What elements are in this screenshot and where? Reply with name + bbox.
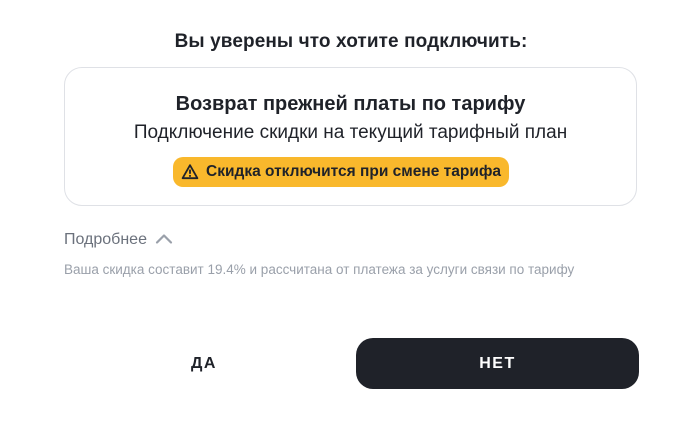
yes-button[interactable]: ДА (64, 339, 344, 389)
chevron-up-icon (155, 232, 173, 244)
warning-triangle-icon (181, 163, 199, 181)
dialog-title: Вы уверены что хотите подключить: (174, 31, 528, 52)
no-button[interactable]: НЕТ (356, 338, 639, 389)
confirm-dialog: Вы уверены что хотите подключить: Возвра… (0, 0, 698, 428)
details-label: Подробнее (64, 231, 147, 248)
warning-text: Скидка отключится при смене тарифа (206, 163, 502, 180)
offer-card: Возврат прежней платы по тарифу Подключе… (64, 67, 637, 206)
warning-badge: Скидка отключится при смене тарифа (173, 157, 510, 187)
details-toggle[interactable]: Подробнее (64, 231, 173, 249)
details-text: Ваша скидка составит 19.4% и рассчитана … (64, 262, 575, 277)
offer-title: Возврат прежней платы по тарифу (175, 93, 526, 115)
offer-subtitle: Подключение скидки на текущий тарифный п… (133, 122, 568, 143)
